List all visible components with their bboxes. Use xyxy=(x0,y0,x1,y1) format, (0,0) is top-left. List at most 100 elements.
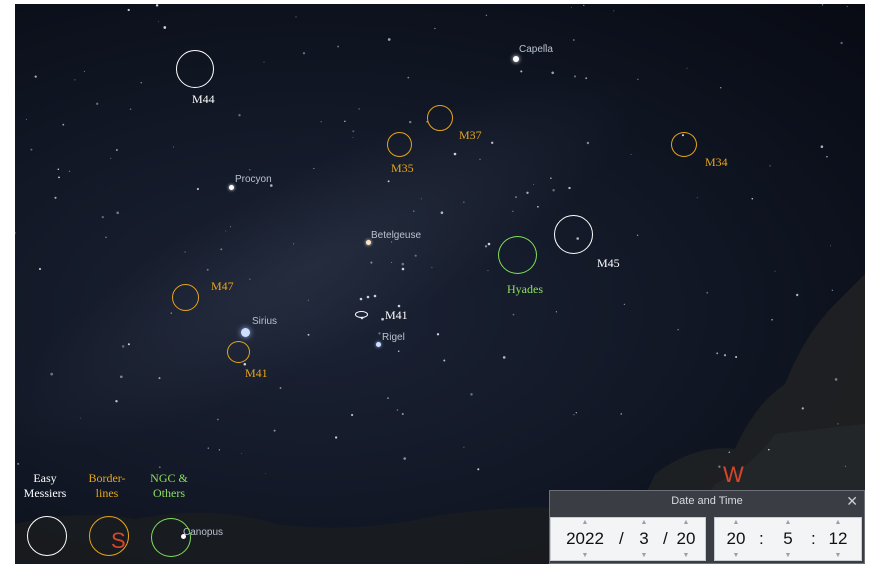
background-star xyxy=(623,303,626,306)
background-star xyxy=(434,27,436,30)
background-star xyxy=(774,270,776,272)
month-up-arrow-icon[interactable]: ▲ xyxy=(631,519,657,527)
hour-down-arrow-icon[interactable]: ▼ xyxy=(723,552,749,560)
background-star xyxy=(586,141,590,145)
background-star xyxy=(403,457,406,460)
month-down-arrow-icon[interactable]: ▼ xyxy=(631,552,657,560)
capella-star[interactable] xyxy=(513,56,519,62)
sky-view[interactable]: Capella Procyon Betelgeuse Sirius Rigel … xyxy=(15,4,865,564)
background-star xyxy=(397,304,401,308)
background-star xyxy=(526,191,529,194)
background-star xyxy=(801,407,804,410)
background-star xyxy=(436,333,440,336)
betelgeuse-label: Betelgeuse xyxy=(371,230,422,241)
m45-circle[interactable] xyxy=(554,215,593,254)
background-star xyxy=(279,387,282,389)
second-spinner[interactable]: ▲ 12 ▼ xyxy=(825,518,851,560)
background-star xyxy=(248,169,251,171)
background-star xyxy=(307,299,309,301)
legend-easy-line2: Messiers xyxy=(23,486,67,500)
second-value: 12 xyxy=(828,529,848,548)
close-icon[interactable]: ✕ xyxy=(846,493,858,509)
background-star xyxy=(172,146,174,148)
m35-circle[interactable] xyxy=(387,132,412,157)
m34-label: M34 xyxy=(705,155,728,169)
background-star xyxy=(225,230,227,232)
background-star xyxy=(463,446,465,448)
background-star xyxy=(751,197,754,200)
year-down-arrow-icon[interactable]: ▼ xyxy=(572,552,598,560)
background-star xyxy=(116,149,118,151)
m41-white-ellipse[interactable] xyxy=(355,311,368,318)
background-star xyxy=(555,311,557,313)
background-star xyxy=(155,4,159,7)
background-star xyxy=(58,176,60,179)
background-star xyxy=(487,242,491,246)
m44-circle[interactable] xyxy=(176,50,214,88)
procyon-label: Procyon xyxy=(235,174,272,185)
minute-up-arrow-icon[interactable]: ▲ xyxy=(775,519,801,527)
background-star xyxy=(837,423,839,425)
m41-orange-circle[interactable] xyxy=(227,341,250,363)
background-star xyxy=(391,241,393,243)
minute-down-arrow-icon[interactable]: ▼ xyxy=(775,552,801,560)
m41-white-label: M41 xyxy=(385,308,408,322)
background-star xyxy=(820,145,824,148)
procyon-star[interactable] xyxy=(229,185,234,190)
background-star xyxy=(57,168,60,171)
background-star xyxy=(30,148,33,151)
background-star xyxy=(431,267,433,269)
background-star xyxy=(320,121,322,123)
background-star xyxy=(585,77,588,80)
background-star xyxy=(381,317,384,321)
hour-up-arrow-icon[interactable]: ▲ xyxy=(723,519,749,527)
background-star xyxy=(218,449,221,451)
hour-spinner[interactable]: ▲ 20 ▼ xyxy=(723,518,749,560)
rigel-star[interactable] xyxy=(376,342,381,347)
rigel-label: Rigel xyxy=(382,332,405,343)
background-star xyxy=(391,261,393,263)
year-up-arrow-icon[interactable]: ▲ xyxy=(572,519,598,527)
background-star xyxy=(550,177,552,179)
hyades-circle[interactable] xyxy=(498,236,537,274)
second-down-arrow-icon[interactable]: ▼ xyxy=(825,552,851,560)
background-star xyxy=(387,38,391,41)
background-star xyxy=(17,462,20,465)
background-star xyxy=(217,418,219,421)
time-field: ▲ 20 ▼ : ▲ 5 ▼ : ▲ 12 ▼ xyxy=(714,517,862,561)
day-down-arrow-icon[interactable]: ▼ xyxy=(673,552,699,560)
background-star xyxy=(830,245,832,247)
m47-circle[interactable] xyxy=(172,284,199,311)
m34-circle[interactable] xyxy=(671,132,697,157)
background-star xyxy=(573,414,575,416)
background-star xyxy=(637,78,639,80)
background-star xyxy=(307,333,310,336)
background-star xyxy=(158,466,161,469)
background-star xyxy=(735,356,738,358)
background-star xyxy=(572,39,575,41)
background-star xyxy=(821,4,824,6)
background-star xyxy=(636,234,639,236)
background-star xyxy=(83,71,85,73)
background-star xyxy=(453,152,457,156)
m37-circle[interactable] xyxy=(427,105,453,131)
background-star xyxy=(515,196,517,198)
background-star xyxy=(238,114,241,117)
background-star xyxy=(484,245,488,248)
background-star xyxy=(34,75,37,78)
background-star xyxy=(378,332,381,335)
background-star xyxy=(575,412,577,414)
month-spinner[interactable]: ▲ 3 ▼ xyxy=(631,518,657,560)
background-star xyxy=(110,157,112,159)
background-star xyxy=(834,378,838,381)
legend-easy-line1: Easy xyxy=(33,471,57,485)
day-up-arrow-icon[interactable]: ▲ xyxy=(673,519,699,527)
background-star xyxy=(358,108,360,110)
year-spinner[interactable]: ▲ 2022 ▼ xyxy=(561,518,609,560)
sirius-star[interactable] xyxy=(241,328,250,337)
second-up-arrow-icon[interactable]: ▲ xyxy=(825,519,851,527)
day-spinner[interactable]: ▲ 20 ▼ xyxy=(673,518,699,560)
background-star xyxy=(844,465,847,467)
time-separator-2: : xyxy=(811,529,816,548)
minute-spinner[interactable]: ▲ 5 ▼ xyxy=(775,518,801,560)
